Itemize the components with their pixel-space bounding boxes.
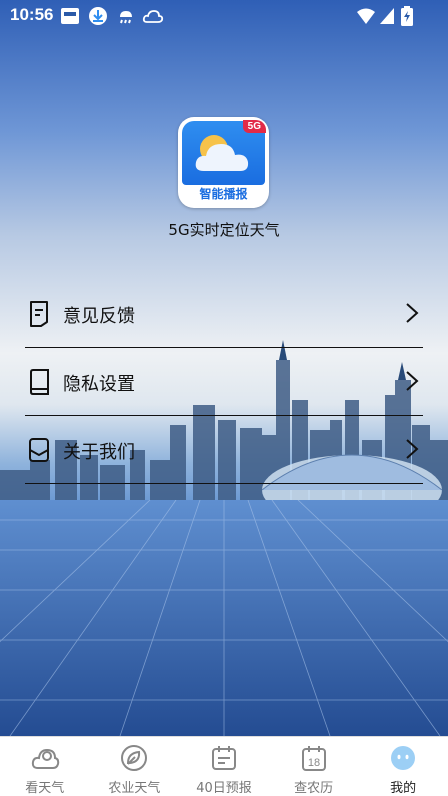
rooftop-floor-image — [0, 500, 448, 736]
chevron-right-icon — [406, 439, 419, 459]
menu-item-label: 隐私设置 — [63, 374, 135, 395]
menu-item-label: 关于我们 — [63, 442, 135, 463]
menu-item-label: 意见反馈 — [63, 306, 135, 327]
app-logo-caption: 智能播报 — [199, 187, 248, 201]
tab-mine[interactable]: 我的 — [358, 737, 448, 796]
about-icon — [29, 438, 49, 462]
tab-label: 我的 — [390, 781, 417, 796]
cloud-icon — [31, 748, 59, 769]
wifi-icon — [357, 8, 375, 24]
tab-agri-weather[interactable]: 农业天气 — [90, 737, 180, 796]
menu-item-about[interactable]: 关于我们 — [25, 416, 423, 484]
cloud-outline-icon — [142, 10, 164, 23]
app-logo-badge: 5G — [242, 120, 266, 133]
tab-label: 农业天气 — [108, 781, 161, 796]
app-notification-icon — [61, 8, 79, 24]
chevron-right-icon — [406, 303, 419, 323]
sun-cloud-icon — [195, 135, 249, 171]
tab-label: 查农历 — [294, 781, 334, 796]
chevron-right-icon — [406, 371, 419, 391]
book-icon — [30, 369, 49, 395]
app-logo: 5G 智能播报 — [178, 117, 269, 208]
rain-cloud-icon — [120, 11, 132, 24]
calendar-icon — [211, 746, 236, 770]
tab-label: 40日预报 — [196, 781, 252, 796]
download-icon — [89, 7, 107, 25]
leaf-icon — [121, 745, 148, 771]
tab-40-day-forecast[interactable]: 40日预报 — [179, 737, 269, 796]
status-time: 10:56 — [10, 5, 54, 24]
date-18-icon: 18 — [301, 746, 326, 771]
battery-icon — [401, 6, 413, 26]
feedback-icon — [30, 301, 48, 327]
tab-lunar-calendar[interactable]: 18 查农历 — [269, 737, 359, 796]
menu-item-feedback[interactable]: 意见反馈 — [25, 280, 423, 348]
tab-label: 看天气 — [25, 781, 65, 796]
face-icon — [391, 746, 416, 770]
status-bar: 10:56 — [0, 0, 448, 32]
tab-weather[interactable]: 看天气 — [0, 737, 90, 796]
signal-icon — [380, 8, 394, 24]
bottom-tab-bar: 看天气 农业天气 40日预报 18 查农历 我的 — [0, 736, 448, 796]
app-name: 5G实时定位天气 — [168, 221, 280, 239]
menu-item-privacy[interactable]: 隐私设置 — [25, 348, 423, 416]
date-icon-number: 18 — [307, 757, 319, 769]
